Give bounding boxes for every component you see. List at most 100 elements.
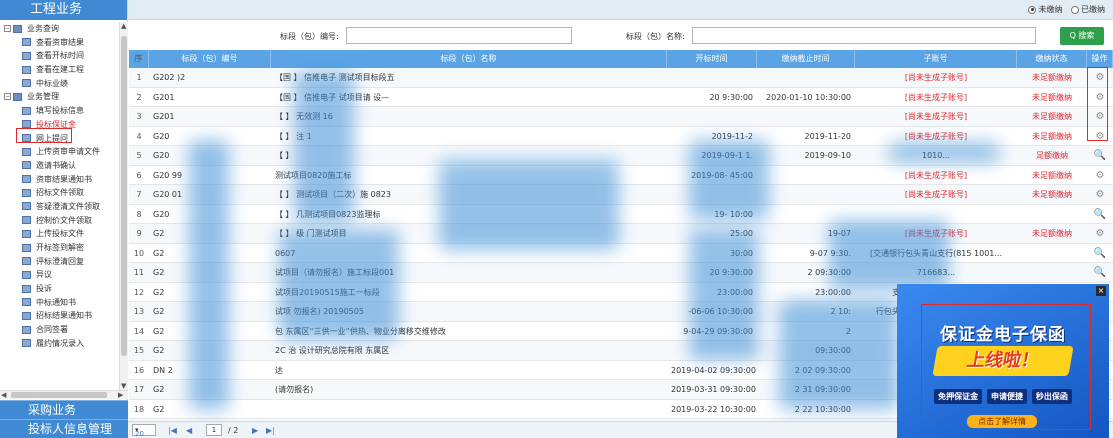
scroll-up-icon[interactable]: ▲ <box>121 22 126 30</box>
page-icon <box>22 106 31 115</box>
nav-item[interactable]: 查看资审结果 <box>0 36 119 50</box>
nav-item[interactable]: 异议 <box>0 268 119 282</box>
h-scroll-thumb[interactable] <box>11 392 107 398</box>
page-icon <box>22 257 31 266</box>
collapse-icon[interactable]: − <box>4 25 11 32</box>
column-header[interactable]: 标段（包）名称 <box>271 50 667 68</box>
highlight-box <box>16 128 72 143</box>
radio-paid-label[interactable]: 已缴纳 <box>1081 5 1105 14</box>
search-icon[interactable]: 🔍 <box>1087 263 1113 282</box>
nav-item-label: 业务管理 <box>27 92 59 102</box>
nav-item[interactable]: 招标结果通知书 <box>0 309 119 323</box>
nav-procurement[interactable]: 采购业务 <box>0 400 128 419</box>
nav-item[interactable]: 控制价文件领取 <box>0 214 119 228</box>
nav-item[interactable]: 答疑澄清文件领取 <box>0 200 119 214</box>
payment-filter: 未缴纳 已缴纳 <box>1022 4 1105 15</box>
nav-item[interactable]: 开标签到解密 <box>0 241 119 255</box>
last-page-icon[interactable]: ▶| <box>266 426 275 435</box>
nav-item[interactable]: 上传资审申请文件 <box>0 145 119 159</box>
nav-item[interactable]: 中标通知书 <box>0 296 119 310</box>
table-cell: [尚未生成子账号] <box>904 112 968 121</box>
search-icon[interactable]: 🔍 <box>1087 244 1113 263</box>
sidebar: 工程业务 − 业务查询 查看资审结果 查看开标时间 查看在建工程 中标业绩 − 业务管理填写投… <box>0 0 128 438</box>
table-cell: 未足额缴纳 <box>1032 112 1072 121</box>
ad-details-button[interactable]: 点击了解详情 <box>967 415 1037 428</box>
table-row[interactable]: 7G20 01【 】 测试项目（二次）施 0823[尚未生成子账号]未足额缴纳⚙ <box>129 185 1113 205</box>
column-header[interactable]: 缴纳状态 <box>1017 50 1087 68</box>
table-row[interactable]: 3G201【 】 无效测 16[尚未生成子账号]未足额缴纳⚙ <box>129 107 1113 127</box>
close-icon[interactable]: × <box>1096 286 1106 296</box>
nav-item[interactable]: 上传投标文件 <box>0 227 119 241</box>
table-row[interactable]: 1G202 )2【国 】 信推电子 测试项目标段五[尚未生成子账号]未足额缴纳⚙ <box>129 68 1113 88</box>
table-row[interactable]: 11G2 试项目（请勿报名）施工标段00120 9:30:002 09:30:0… <box>129 263 1113 283</box>
table-cell: [尚未生成子账号] <box>904 170 968 180</box>
search-icon[interactable]: 🔍 <box>1087 146 1113 165</box>
nav-item[interactable]: 合同签署 <box>0 323 119 337</box>
table-cell <box>667 68 757 87</box>
code-input[interactable] <box>346 27 572 44</box>
scroll-down-icon[interactable]: ▼ <box>121 382 126 390</box>
sidebar-scrollbar[interactable]: ▲ ▼ <box>119 22 128 390</box>
table-row[interactable]: 8G20【 】 几测试项目0823监理标19- 10:00🔍 <box>129 205 1113 224</box>
table-cell <box>1017 263 1087 282</box>
table-row[interactable]: 9G2【 】 级 门测试项目 25:0019-07[尚未生成子账号]未足额缴纳⚙ <box>129 224 1113 244</box>
name-input[interactable] <box>692 27 1036 44</box>
first-page-icon[interactable]: |◀ <box>168 426 177 435</box>
nav-item[interactable]: 评标澄清回复 <box>0 255 119 269</box>
nav-item-label: 填写投标信息 <box>36 106 84 116</box>
nav-item[interactable]: 邀请书确认 <box>0 159 119 173</box>
nav-item-label: 招标文件领取 <box>36 188 84 198</box>
column-header[interactable]: 标段（包）编号 <box>149 50 271 68</box>
nav-item[interactable]: 中标业绩 <box>0 77 119 91</box>
column-header[interactable]: 操作 <box>1087 50 1113 68</box>
scroll-left-icon[interactable]: ◀ <box>1 391 6 399</box>
nav-item[interactable]: 投诉 <box>0 282 119 296</box>
table-row[interactable]: 6G20 99 测试项目0820施工标2019-08- 45:00[尚未生成子账… <box>129 166 1113 185</box>
scroll-right-icon[interactable]: ▶ <box>118 391 123 399</box>
search-button[interactable]: Q 搜索 <box>1060 27 1104 45</box>
prev-page-icon[interactable]: ◀ <box>186 426 192 435</box>
nav-item[interactable]: 资审结果通知书 <box>0 173 119 187</box>
column-header[interactable]: 序 <box>129 50 149 68</box>
page-number-input[interactable]: 1 <box>206 424 222 436</box>
table-cell: 13 <box>133 307 145 316</box>
radio-unpaid[interactable] <box>1028 5 1037 14</box>
nav-item[interactable]: 招标文件领取 <box>0 186 119 200</box>
collapse-icon[interactable]: − <box>4 93 11 101</box>
table-cell <box>667 107 757 126</box>
sidebar-header[interactable]: 工程业务 <box>0 0 127 20</box>
table-row[interactable]: 2G201【国 】 信推电子 试项目请 设—20 9:30:002020-01-… <box>129 88 1113 107</box>
settings-icon[interactable]: ⚙ <box>1087 166 1113 185</box>
scroll-thumb[interactable] <box>121 36 127 356</box>
table-cell: 未足额缴纳 <box>1032 170 1072 180</box>
radio-paid[interactable] <box>1071 5 1079 14</box>
table-cell <box>757 185 855 204</box>
page-size-select[interactable]: 20 ▾ <box>132 424 156 438</box>
blur-mask <box>889 142 999 162</box>
ad-popup[interactable]: × 保证金电子保函 上线啦！ 免押保证金 申请便捷 秒出保函 点击了解详情 <box>897 284 1109 438</box>
nav-item[interactable]: 查看开标时间 <box>0 49 119 63</box>
page-icon <box>22 325 31 334</box>
nav-item[interactable]: 履约情况录入 <box>0 337 119 351</box>
blur-mask <box>779 300 899 410</box>
nav-item-label: 招标结果通知书 <box>36 311 92 321</box>
nav-group[interactable]: − 业务查询 <box>0 22 119 36</box>
search-icon[interactable]: 🔍 <box>1087 205 1113 224</box>
next-page-icon[interactable]: ▶ <box>252 426 258 435</box>
table-cell: 11 <box>133 268 145 277</box>
nav-item[interactable]: 填写投标信息 <box>0 104 119 118</box>
column-header[interactable]: 缴纳截止时间 <box>757 50 855 68</box>
column-header[interactable]: 子账号 <box>855 50 1017 68</box>
sidebar-h-scrollbar[interactable]: ◀ ▶ <box>0 390 128 399</box>
page-icon <box>22 298 31 307</box>
nav-item[interactable]: 查看在建工程 <box>0 63 119 77</box>
table-row[interactable]: 10G2 0607 30:009-07 9:30.[交通银行包头青山支行(815… <box>129 244 1113 263</box>
column-header[interactable]: 开标时间 <box>667 50 757 68</box>
nav-bidder-info[interactable]: 投标人信息管理 <box>0 419 128 438</box>
settings-icon[interactable]: ⚙ <box>1087 224 1113 243</box>
page-icon <box>22 161 31 170</box>
settings-icon[interactable]: ⚙ <box>1087 185 1113 204</box>
radio-unpaid-label[interactable]: 未缴纳 <box>1038 5 1062 14</box>
nav-item-label: 中标通知书 <box>36 297 76 307</box>
nav-group[interactable]: − 业务管理 <box>0 90 119 104</box>
